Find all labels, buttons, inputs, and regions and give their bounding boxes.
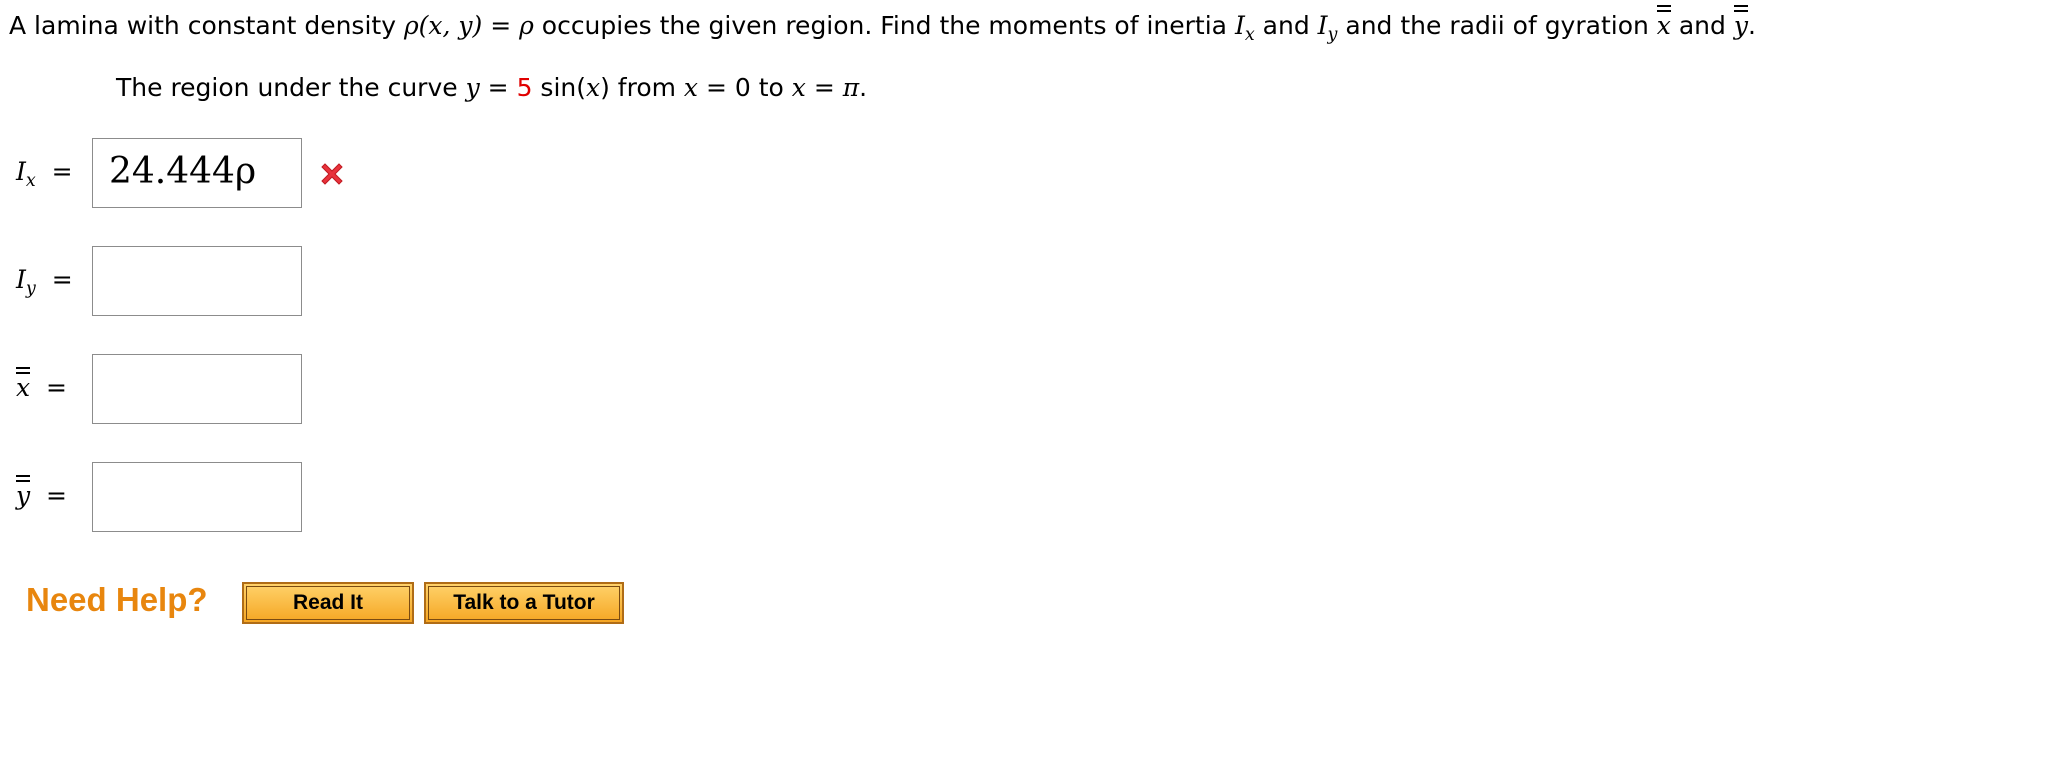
problem-statement: A lamina with constant density ρ(x, y) =… (9, 5, 1756, 45)
iy-symbol: Iy (1317, 11, 1338, 45)
ix-answer-input[interactable]: 24.444ρ (92, 138, 302, 208)
iy-label: Iy = (16, 265, 73, 299)
iy-answer-input[interactable] (92, 246, 302, 316)
problem-text: and the radii of gyration (1337, 11, 1657, 40)
region-description: The region under the curve y = 5 sin(x) … (116, 73, 868, 102)
ix-symbol: Ix (1234, 11, 1255, 45)
curve-coefficient: 5 (516, 73, 533, 102)
density-symbol: ρ (519, 11, 534, 40)
problem-text: and (1670, 11, 1734, 40)
equals-sign: = (482, 11, 520, 40)
density-function: ρ(x, y) (403, 11, 483, 40)
need-help-label: Need Help? (26, 581, 208, 618)
xbar-answer-input[interactable] (92, 354, 302, 424)
x-double-bar-symbol: x (1656, 5, 1672, 40)
xbar-label: x = (16, 367, 67, 402)
read-it-button[interactable]: Read It (242, 582, 414, 624)
problem-text: A lamina with constant density (9, 11, 404, 40)
y-double-bar-symbol: y (1733, 5, 1749, 40)
ybar-answer-input[interactable] (92, 462, 302, 532)
x-mark-icon (321, 163, 343, 185)
ix-label: Ix = (16, 157, 73, 191)
talk-to-tutor-button[interactable]: Talk to a Tutor (424, 582, 624, 624)
ybar-label: y = (16, 475, 67, 510)
problem-text: and (1254, 11, 1318, 40)
problem-text: occupies the given region. Find the mome… (533, 11, 1235, 40)
